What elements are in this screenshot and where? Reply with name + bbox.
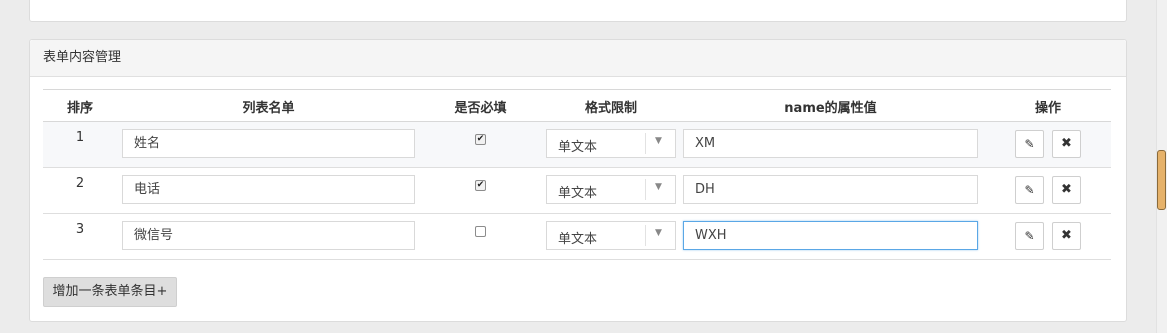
header-list-name: 列表名单 [242, 101, 295, 116]
format-select-value: 单文本 [558, 186, 598, 201]
header-format: 格式限制 [584, 101, 637, 116]
edit-button[interactable]: ✎ [1015, 130, 1044, 158]
form-content-panel: 表单内容管理 排序 列表名单 是否必填 格式限制 name的属性值 操作 1 姓… [29, 39, 1127, 322]
table-row: 3 微信号 单文本 ▼ WXH ✎ ✖ [43, 214, 1111, 260]
edit-icon: ✎ [1024, 137, 1035, 151]
row-number: 3 [75, 222, 85, 237]
edit-icon: ✎ [1024, 229, 1035, 243]
list-name-input[interactable]: 微信号 [122, 221, 415, 250]
panel-title: 表单内容管理 [30, 40, 1126, 77]
format-select[interactable]: 单文本 ▼ [546, 129, 676, 158]
header-order: 排序 [66, 101, 93, 116]
attr-value-input[interactable]: DH [683, 175, 978, 204]
delete-button[interactable]: ✖ [1052, 130, 1081, 158]
format-select[interactable]: 单文本 ▼ [546, 175, 676, 204]
select-divider [645, 179, 646, 200]
table-row: 2 电话 ✔ 单文本 ▼ DH ✎ ✖ [43, 168, 1111, 214]
form-items-table: 排序 列表名单 是否必填 格式限制 name的属性值 操作 1 姓名 ✔ 单文本… [43, 89, 1111, 260]
list-name-input[interactable]: 电话 [122, 175, 415, 204]
previous-panel [29, 0, 1127, 22]
required-checkbox[interactable] [475, 226, 486, 237]
header-required: 是否必填 [454, 101, 507, 116]
edit-button[interactable]: ✎ [1015, 222, 1044, 250]
required-checkbox[interactable]: ✔ [475, 134, 486, 145]
scrollbar[interactable] [1156, 0, 1167, 333]
edit-button[interactable]: ✎ [1015, 176, 1044, 204]
row-number: 2 [75, 176, 85, 191]
table-row: 1 姓名 ✔ 单文本 ▼ XM ✎ ✖ [43, 122, 1111, 168]
format-select-value: 单文本 [558, 232, 598, 247]
close-icon: ✖ [1061, 228, 1072, 243]
caret-down-icon: ▼ [655, 182, 662, 192]
row-number: 1 [75, 130, 85, 145]
format-select-value: 单文本 [558, 140, 598, 155]
close-icon: ✖ [1061, 136, 1072, 151]
delete-button[interactable]: ✖ [1052, 222, 1081, 250]
table-header: 排序 列表名单 是否必填 格式限制 name的属性值 操作 [43, 89, 1111, 122]
select-divider [645, 133, 646, 154]
required-checkbox[interactable]: ✔ [475, 180, 486, 191]
attr-value-input[interactable]: WXH [683, 221, 978, 250]
close-icon: ✖ [1061, 182, 1072, 197]
edit-icon: ✎ [1024, 183, 1035, 197]
select-divider [645, 225, 646, 246]
scrollbar-thumb[interactable] [1157, 150, 1166, 210]
delete-button[interactable]: ✖ [1052, 176, 1081, 204]
add-form-item-button[interactable]: 增加一条表单条目+ [43, 277, 177, 307]
caret-down-icon: ▼ [655, 228, 662, 238]
header-attr: name的属性值 [784, 101, 877, 116]
caret-down-icon: ▼ [655, 136, 662, 146]
format-select[interactable]: 单文本 ▼ [546, 221, 676, 250]
attr-value-input[interactable]: XM [683, 129, 978, 158]
list-name-input[interactable]: 姓名 [122, 129, 415, 158]
header-actions: 操作 [1034, 101, 1061, 116]
